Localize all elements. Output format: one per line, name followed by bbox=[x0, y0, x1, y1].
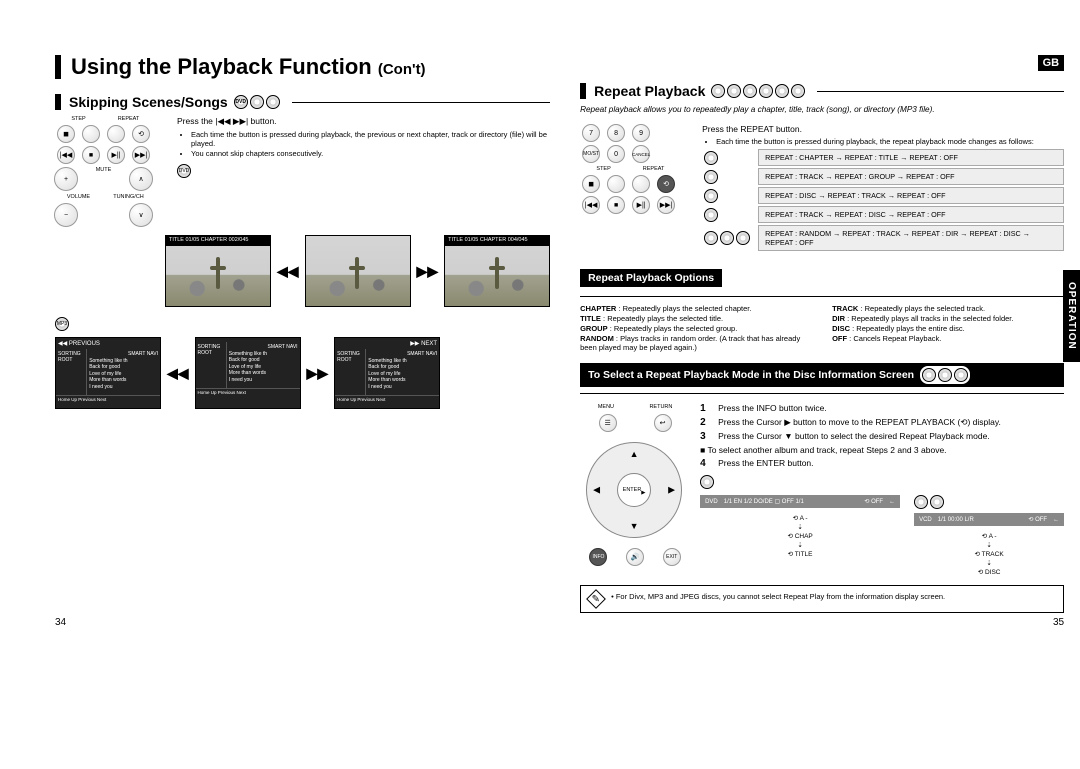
disc-icon bbox=[727, 84, 741, 98]
dvd-screen bbox=[305, 235, 411, 307]
disc-icon bbox=[700, 475, 714, 489]
mp3-icon: MP3 bbox=[55, 317, 69, 331]
disc-icon bbox=[736, 231, 750, 245]
gb-badge: GB bbox=[1038, 55, 1065, 71]
repeat-seq: REPEAT : RANDOM → REPEAT : TRACK → REPEA… bbox=[758, 225, 1064, 251]
repeat-seq: REPEAT : CHAPTER → REPEAT : TITLE → REPE… bbox=[758, 149, 1064, 166]
disc-icon: DVD bbox=[234, 95, 248, 109]
repeat-seq: REPEAT : TRACK → REPEAT : DISC → REPEAT … bbox=[758, 206, 1064, 223]
repeat-options: CHAPTER : Repeatedly plays the selected … bbox=[580, 303, 1064, 353]
note-icon: ✎ bbox=[586, 589, 606, 609]
skip-note: You cannot skip chapters consecutively. bbox=[191, 149, 550, 158]
osd-display-vcd: VCD1/1 00:00 L/R ⟲ OFF← bbox=[914, 513, 1064, 526]
osd-display-dvd: DVD1/1 EN 1/2 DO/DE ▢ OFF 1/1 ⟲ OFF← bbox=[700, 495, 900, 508]
page-number-right: 35 bbox=[1053, 617, 1064, 628]
disc-icon bbox=[775, 84, 789, 98]
repeat-instruction: Press the REPEAT button. bbox=[702, 124, 1064, 134]
dvd-icon: DVD bbox=[177, 164, 191, 178]
repeat-intro: Repeat playback allows you to repeatedly… bbox=[580, 105, 1064, 114]
page-number-left: 34 bbox=[55, 617, 66, 628]
disc-icon bbox=[930, 495, 944, 509]
step-text: Press the ENTER button. bbox=[718, 458, 1064, 468]
prev-icon: ◀◀ bbox=[277, 263, 299, 280]
prev-icon: ◀◀ bbox=[167, 365, 189, 382]
disc-icon bbox=[704, 189, 718, 203]
disc-icon bbox=[704, 170, 718, 184]
page-title: Using the Playback Function (Con't) bbox=[55, 55, 550, 79]
operation-tab: OPERATION bbox=[1063, 270, 1080, 362]
step-text: Press the Cursor ▶ button to move to the… bbox=[718, 417, 1064, 428]
dvd-screens-row: TITLE 01/05 CHAPTER 002/045 ◀◀ ▶▶ TITLE … bbox=[165, 235, 550, 307]
skip-note: Each time the button is pressed during p… bbox=[191, 130, 550, 148]
skip-instruction: Press the |◀◀ ▶▶| button. bbox=[177, 116, 550, 127]
select-heading: To Select a Repeat Playback Mode in the … bbox=[580, 363, 1064, 387]
disc-icon bbox=[791, 84, 805, 98]
step-text: Press the Cursor ▼ button to select the … bbox=[718, 431, 1064, 441]
disc-icon bbox=[938, 368, 952, 382]
options-heading: Repeat Playback Options bbox=[580, 269, 722, 287]
mp3-screens-row: ◀◀ PREVIOUS SORTINGROOT SMART NAVI Somet… bbox=[55, 337, 550, 409]
disc-icon bbox=[759, 84, 773, 98]
note-box: ✎ • For Divx, MP3 and JPEG discs, you ca… bbox=[580, 585, 1064, 613]
menu-screen: SORTINGROOT SMART NAVI Something like th… bbox=[195, 337, 301, 409]
step-subtext: ■ To select another album and track, rep… bbox=[700, 445, 1064, 455]
disc-icon bbox=[704, 208, 718, 222]
next-icon: ▶▶ bbox=[417, 263, 439, 280]
repeat-seq: REPEAT : TRACK → REPEAT : GROUP → REPEAT… bbox=[758, 168, 1064, 185]
menu-screen: ▶▶ NEXT SORTINGROOT SMART NAVI Something… bbox=[334, 337, 440, 409]
skip-heading: Skipping Scenes/Songs DVD bbox=[55, 94, 550, 110]
disc-icon bbox=[954, 368, 968, 382]
disc-icon bbox=[914, 495, 928, 509]
remote-diagram-repeat: 789 MO/ST0CANCEL STEPREPEAT ◼⟲ |◀◀■▶||▶▶… bbox=[580, 124, 690, 214]
disc-icon bbox=[720, 231, 734, 245]
disc-icon bbox=[250, 95, 264, 109]
disc-icon bbox=[704, 231, 718, 245]
disc-icon bbox=[711, 84, 725, 98]
step-text: Press the INFO button twice. bbox=[718, 403, 1064, 413]
next-icon: ▶▶ bbox=[307, 365, 329, 382]
remote-diagram-skip: STEPREPEAT ◼⟲ |◀◀■▶||▶▶| +MUTE∧ VOLUMETU… bbox=[55, 116, 165, 227]
dvd-screen: TITLE 01/05 CHAPTER 004/045 bbox=[444, 235, 550, 307]
remote-nav-diagram: MENU RETURN ☰↩ ▲▼ ◀▶ ENTER▶ INFO🔊EXIT bbox=[580, 400, 690, 566]
disc-icon bbox=[266, 95, 280, 109]
repeat-note: Each time the button is pressed during p… bbox=[716, 137, 1064, 146]
disc-icon bbox=[743, 84, 757, 98]
repeat-seq: REPEAT : DISC → REPEAT : TRACK → REPEAT … bbox=[758, 187, 1064, 204]
repeat-heading: Repeat Playback bbox=[580, 83, 1064, 99]
menu-screen: ◀◀ PREVIOUS SORTINGROOT SMART NAVI Somet… bbox=[55, 337, 161, 409]
dvd-screen: TITLE 01/05 CHAPTER 002/045 bbox=[165, 235, 271, 307]
disc-icon bbox=[922, 368, 936, 382]
disc-icon bbox=[704, 151, 718, 165]
